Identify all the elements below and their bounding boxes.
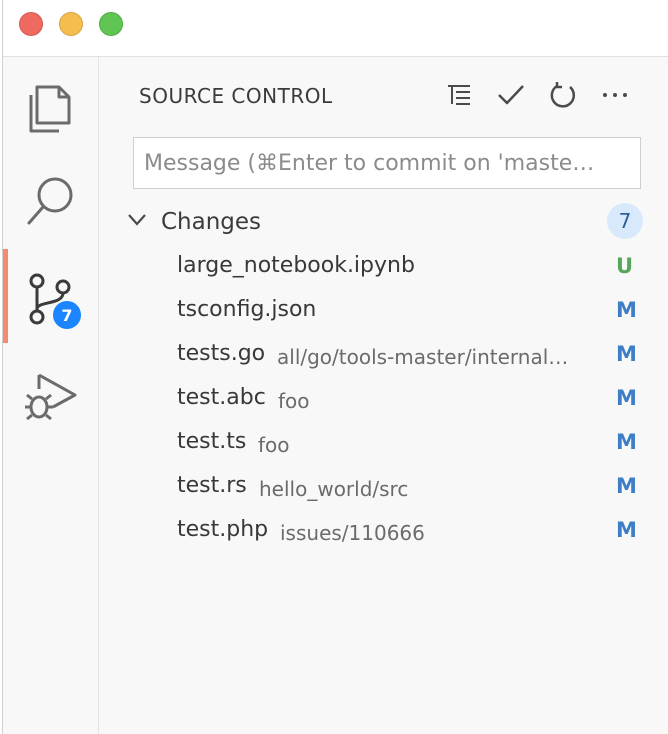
commit-button[interactable] <box>496 79 526 111</box>
debug-icon <box>25 373 77 421</box>
panel-actions <box>444 79 630 111</box>
activity-search[interactable] <box>3 153 98 247</box>
list-item[interactable]: large_notebook.ipynb U <box>99 245 668 289</box>
maximize-window-button[interactable] <box>99 12 123 36</box>
commit-message-input[interactable] <box>134 138 640 188</box>
file-path: all/go/tools-master/internal… <box>277 345 569 369</box>
list-item[interactable]: test.ts foo M <box>99 421 668 465</box>
file-status-badge: M <box>616 474 637 498</box>
activity-explorer[interactable] <box>3 59 98 153</box>
files-icon <box>29 85 71 133</box>
close-window-button[interactable] <box>19 12 43 36</box>
file-status-badge: M <box>616 298 637 322</box>
title-bar <box>3 0 668 57</box>
file-path: foo <box>278 389 310 413</box>
commit-check-icon <box>498 85 524 105</box>
list-item[interactable]: tsconfig.json M <box>99 289 668 333</box>
refresh-button[interactable] <box>548 79 578 111</box>
more-actions-icon <box>603 93 627 97</box>
panel-title: SOURCE CONTROL <box>139 84 333 108</box>
file-status-badge: M <box>616 430 637 454</box>
file-path: hello_world/src <box>259 477 409 501</box>
chevron-down-icon[interactable] <box>127 213 147 227</box>
file-status-badge: M <box>616 342 637 366</box>
list-item[interactable]: tests.go all/go/tools-master/internal… M <box>99 333 668 377</box>
activity-source-control[interactable]: 7 <box>3 249 98 343</box>
file-name: tests.go <box>177 341 266 366</box>
file-status-badge: M <box>616 386 637 410</box>
changes-count-badge: 7 <box>607 203 643 239</box>
activity-run-debug[interactable] <box>3 345 98 439</box>
minimize-window-button[interactable] <box>59 12 83 36</box>
changed-files-list: large_notebook.ipynb Utsconfig.json Mtests… <box>99 245 668 553</box>
file-path: issues/110666 <box>280 521 425 545</box>
search-icon <box>27 177 73 225</box>
file-name: test.rs <box>177 473 247 498</box>
view-as-tree-button[interactable] <box>444 79 474 111</box>
list-item[interactable]: test.php issues/110666 M <box>99 509 668 553</box>
source-control-badge: 7 <box>51 299 83 331</box>
more-actions-button[interactable] <box>600 79 630 111</box>
changes-label: Changes <box>161 209 262 235</box>
commit-message-field[interactable] <box>133 137 641 189</box>
file-name: test.abc <box>177 385 266 410</box>
refresh-icon <box>550 82 576 108</box>
file-name: tsconfig.json <box>177 297 317 322</box>
file-status-badge: M <box>616 518 637 542</box>
file-status-badge: U <box>616 254 634 278</box>
vscode-window: 7 SOURCE CONTROL Message (⌘Enter to comm… <box>2 0 668 734</box>
file-path: foo <box>258 433 290 457</box>
file-name: large_notebook.ipynb <box>177 253 415 278</box>
source-control-panel: SOURCE CONTROL Message (⌘Enter to commit… <box>99 57 668 734</box>
activity-bar: 7 <box>3 57 99 734</box>
file-name: test.ts <box>177 429 247 454</box>
list-item[interactable]: test.rs hello_world/src M <box>99 465 668 509</box>
view-as-tree-icon <box>448 85 470 105</box>
file-name: test.php <box>177 517 269 542</box>
changes-group-header[interactable]: Changes 7 <box>127 203 647 243</box>
list-item[interactable]: test.abc foo M <box>99 377 668 421</box>
